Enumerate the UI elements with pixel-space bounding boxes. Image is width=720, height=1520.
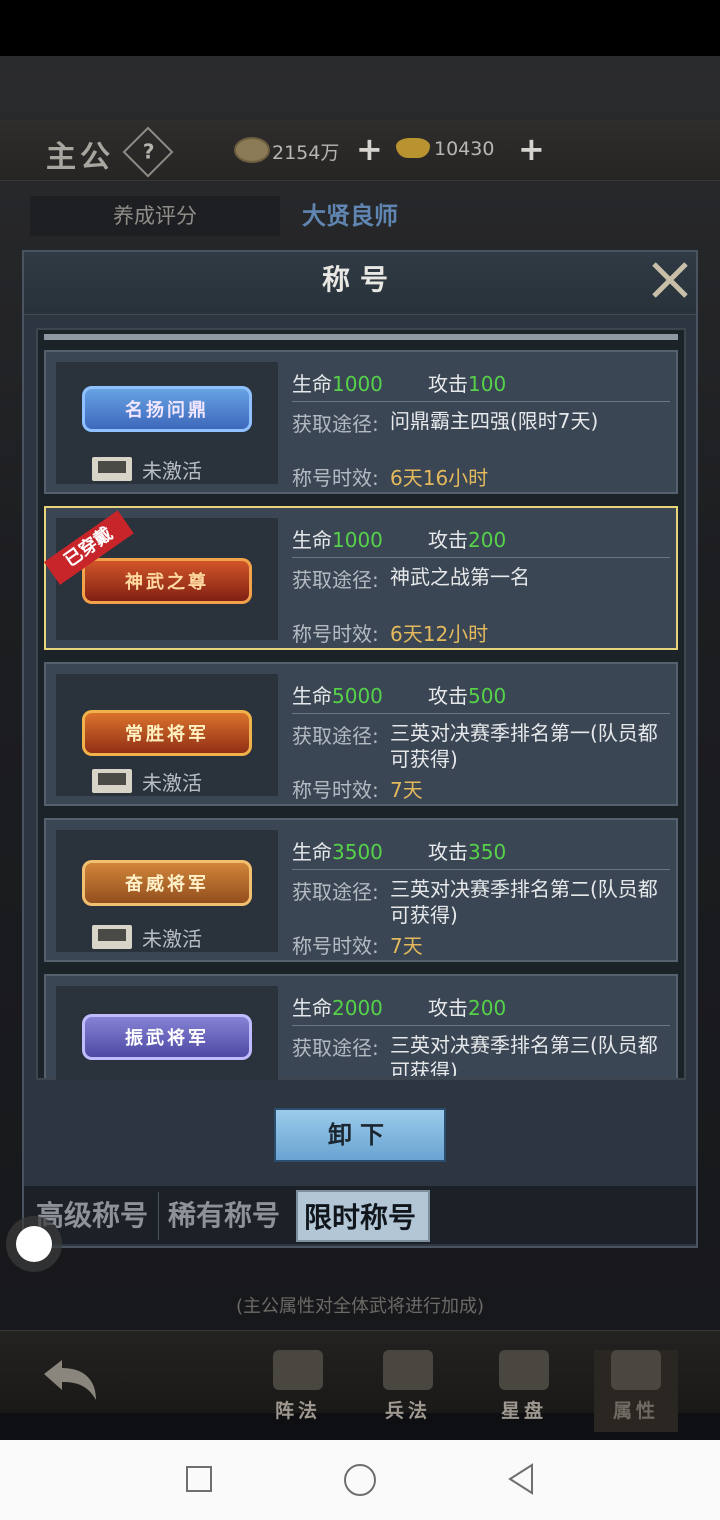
home-icon[interactable] xyxy=(344,1464,376,1496)
inactive-icon xyxy=(92,457,132,481)
flame-crest-icon xyxy=(611,1350,661,1390)
time-label: 称号时效: xyxy=(292,466,379,490)
title-card-equipped[interactable]: 神武之尊 已穿戴 生命1000 攻击200 获取途径: 神武之战第一名 称号时效… xyxy=(44,506,678,650)
source-value: 问鼎霸主四强(限时7天) xyxy=(390,409,599,433)
hp-value: 1000 xyxy=(332,372,383,396)
gold-ingot-icon xyxy=(396,138,430,158)
yin-yang-icon xyxy=(273,1350,323,1390)
time-value: 6天12小时 xyxy=(390,622,489,646)
inactive-label: 未激活 xyxy=(142,459,202,483)
title-card[interactable]: 名扬问鼎 未激活 生命1000 攻击100 获取途径: 问鼎霸主四强(限时7天)… xyxy=(44,350,678,494)
time-label: 称号时效: xyxy=(292,622,379,646)
title-badge: 奋威将军 xyxy=(82,860,252,906)
badge-frame: 奋威将军 未激活 xyxy=(56,830,278,952)
divider xyxy=(292,401,670,402)
tab-divider xyxy=(158,1192,159,1240)
divider xyxy=(292,557,670,558)
hp-value: 5000 xyxy=(332,684,383,708)
add-copper-button[interactable]: + xyxy=(356,130,383,168)
source-label: 获取途径: xyxy=(292,724,379,748)
badge-frame: 振武将军 xyxy=(56,986,278,1080)
nav-tactics[interactable]: 兵法 xyxy=(366,1350,450,1432)
title-badge: 神武之尊 xyxy=(82,558,252,604)
source-value: 三英对决赛季排名第一(队员都可获得) xyxy=(390,721,658,771)
source-value: 三英对决赛季排名第二(队员都可获得) xyxy=(390,877,658,927)
time-label: 称号时效: xyxy=(292,778,379,802)
title-card[interactable]: 振武将军 生命2000 攻击200 获取途径: 三英对决赛季排名第三(队员都可获… xyxy=(44,974,678,1080)
nav-attributes[interactable]: 属性 xyxy=(594,1350,678,1432)
source-value: 神武之战第一名 xyxy=(390,565,530,589)
copper-coin-icon xyxy=(234,137,270,163)
atk-value: 200 xyxy=(468,996,507,1020)
title-badge: 名扬问鼎 xyxy=(82,386,252,432)
tab-limited-titles[interactable]: 限时称号 xyxy=(296,1190,430,1242)
hp-value: 1000 xyxy=(332,528,383,552)
hp-value: 2000 xyxy=(332,996,383,1020)
inactive-icon xyxy=(92,925,132,949)
lord-label: 主公 xyxy=(46,140,114,175)
tab-rare-titles[interactable]: 稀有称号 xyxy=(162,1190,286,1242)
divider xyxy=(292,713,670,714)
current-title-name: 大贤良师 xyxy=(302,202,398,230)
title-card[interactable]: 常胜将军 未激活 生命5000 攻击500 获取途径: 三英对决赛季排名第一(队… xyxy=(44,662,678,806)
inactive-icon xyxy=(92,769,132,793)
copper-value: 2154万 xyxy=(272,142,340,164)
time-value: 7天 xyxy=(390,934,423,958)
stat-row: 生命1000 攻击200 xyxy=(292,528,507,552)
divider xyxy=(292,1025,670,1026)
stat-row: 生命5000 攻击500 xyxy=(292,684,507,708)
source-label: 获取途径: xyxy=(292,568,379,592)
atk-value: 350 xyxy=(468,840,507,864)
badge-frame: 名扬问鼎 未激活 xyxy=(56,362,278,484)
floating-assist-button[interactable] xyxy=(16,1226,52,1262)
time-label: 称号时效: xyxy=(292,934,379,958)
gold-value: 10430 xyxy=(434,138,495,160)
title-badge: 振武将军 xyxy=(82,1014,252,1060)
badge-frame: 常胜将军 未激活 xyxy=(56,674,278,796)
atk-value: 500 xyxy=(468,684,507,708)
nav-star-chart[interactable]: 星盘 xyxy=(482,1350,566,1432)
atk-value: 100 xyxy=(468,372,507,396)
system-back-icon[interactable] xyxy=(506,1462,536,1496)
stat-row: 生命3500 攻击350 xyxy=(292,840,507,864)
stat-row: 生命1000 攻击100 xyxy=(292,372,507,396)
add-gold-button[interactable]: + xyxy=(518,130,545,168)
divider xyxy=(292,869,670,870)
source-value: 三英对决赛季排名第三(队员都可获得) xyxy=(390,1033,658,1076)
inactive-label: 未激活 xyxy=(142,771,202,795)
status-strip xyxy=(0,0,720,56)
time-value: 6天16小时 xyxy=(390,466,489,490)
hp-value: 3500 xyxy=(332,840,383,864)
back-arrow-icon[interactable] xyxy=(38,1356,102,1406)
title-badge: 常胜将军 xyxy=(82,710,252,756)
bonus-hint: (主公属性对全体武将进行加成) xyxy=(235,1296,485,1317)
scroll-icon xyxy=(383,1350,433,1390)
list-scroll-edge xyxy=(44,334,678,340)
nav-formation[interactable]: 阵法 xyxy=(256,1350,340,1432)
source-label: 获取途径: xyxy=(292,880,379,904)
source-label: 获取途径: xyxy=(292,1036,379,1060)
title-card[interactable]: 奋威将军 未激活 生命3500 攻击350 获取途径: 三英对决赛季排名第二(队… xyxy=(44,818,678,962)
atk-value: 200 xyxy=(468,528,507,552)
source-label: 获取途径: xyxy=(292,412,379,436)
close-icon[interactable] xyxy=(646,256,694,304)
recent-apps-icon[interactable] xyxy=(186,1466,212,1492)
unequip-button[interactable]: 卸下 xyxy=(274,1108,446,1162)
stat-row: 生命2000 攻击200 xyxy=(292,996,507,1020)
score-tab[interactable]: 养成评分 xyxy=(30,196,280,236)
star-disc-icon xyxy=(499,1350,549,1390)
inactive-label: 未激活 xyxy=(142,927,202,951)
time-value: 7天 xyxy=(390,778,423,802)
dialog-title: 称号 xyxy=(321,263,398,296)
